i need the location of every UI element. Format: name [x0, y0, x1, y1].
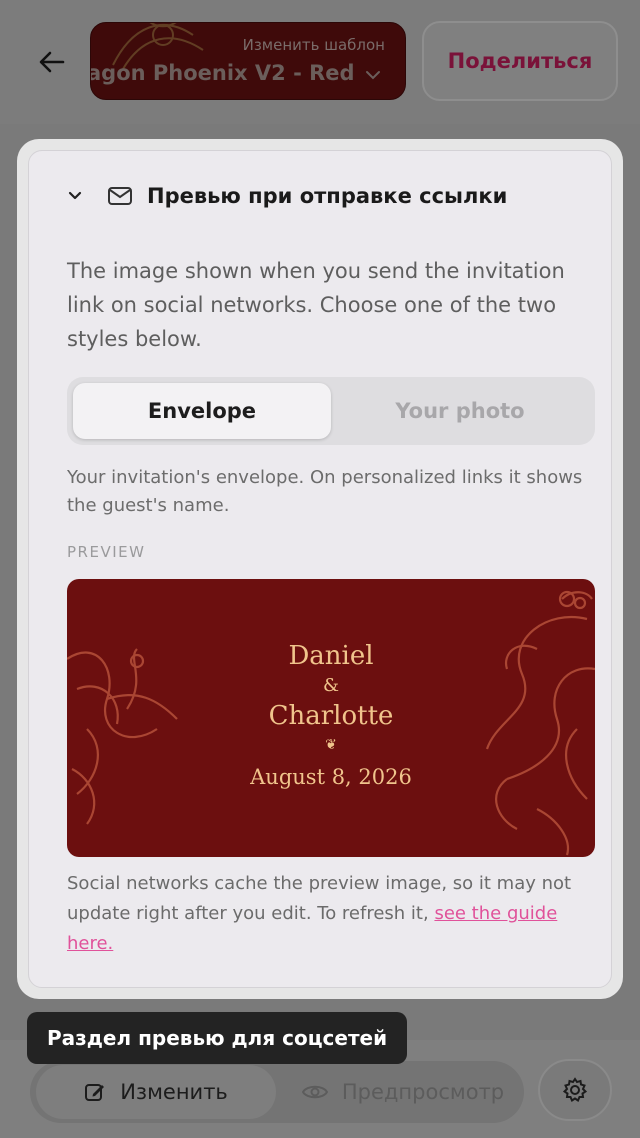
- link-preview-panel: Превью при отправке ссылки The image sho…: [28, 150, 612, 988]
- edit-mode-label: Изменить: [120, 1080, 228, 1104]
- preview-mode-label: Предпросмотр: [341, 1080, 505, 1104]
- template-selector[interactable]: Изменить шаблон agon Phoenix V2 - Red: [90, 22, 406, 100]
- mail-icon: [107, 183, 133, 209]
- card-name-1: Daniel: [288, 641, 374, 671]
- settings-button[interactable]: [538, 1059, 612, 1121]
- edit-mode-button[interactable]: Изменить: [36, 1065, 276, 1119]
- section-tooltip: Раздел превью для соцсетей: [27, 1012, 408, 1064]
- card-ampersand: &: [322, 675, 340, 696]
- template-caption: Изменить шаблон: [242, 36, 385, 54]
- chevron-down-icon: [366, 71, 380, 80]
- style-hint: Your invitation's envelope. On personali…: [67, 467, 583, 516]
- panel-description: The image shown when you send the invita…: [67, 259, 565, 351]
- cache-note: Social networks cache the preview image,…: [67, 869, 587, 959]
- envelope-preview-card: Daniel & Charlotte ❦ August 8, 2026: [67, 579, 595, 857]
- back-button[interactable]: [30, 40, 74, 84]
- pencil-icon: [84, 1081, 106, 1103]
- preview-mode-button[interactable]: Предпросмотр: [288, 1065, 518, 1119]
- segment-envelope[interactable]: Envelope: [73, 383, 331, 439]
- card-name-2: Charlotte: [268, 701, 394, 731]
- segment-your-photo[interactable]: Your photo: [331, 383, 589, 439]
- style-segmented-control: Envelope Your photo: [67, 377, 595, 445]
- collapse-toggle[interactable]: [63, 184, 87, 208]
- link-preview-section: Превью при отправке ссылки The image sho…: [17, 139, 623, 999]
- preview-label: PREVIEW: [67, 543, 146, 561]
- card-ornament: ❦: [325, 737, 337, 753]
- share-button[interactable]: Поделиться: [422, 21, 618, 101]
- template-name: agon Phoenix V2 - Red: [90, 61, 355, 85]
- top-bar: Изменить шаблон agon Phoenix V2 - Red По…: [0, 0, 640, 124]
- panel-title: Превью при отправке ссылки: [147, 184, 508, 208]
- eye-icon: [301, 1083, 328, 1101]
- panel-header[interactable]: Превью при отправке ссылки: [63, 179, 507, 213]
- chevron-down-icon: [68, 191, 82, 200]
- arrow-left-icon: [39, 51, 65, 73]
- card-date: August 8, 2026: [250, 765, 412, 789]
- gear-icon: [562, 1077, 588, 1102]
